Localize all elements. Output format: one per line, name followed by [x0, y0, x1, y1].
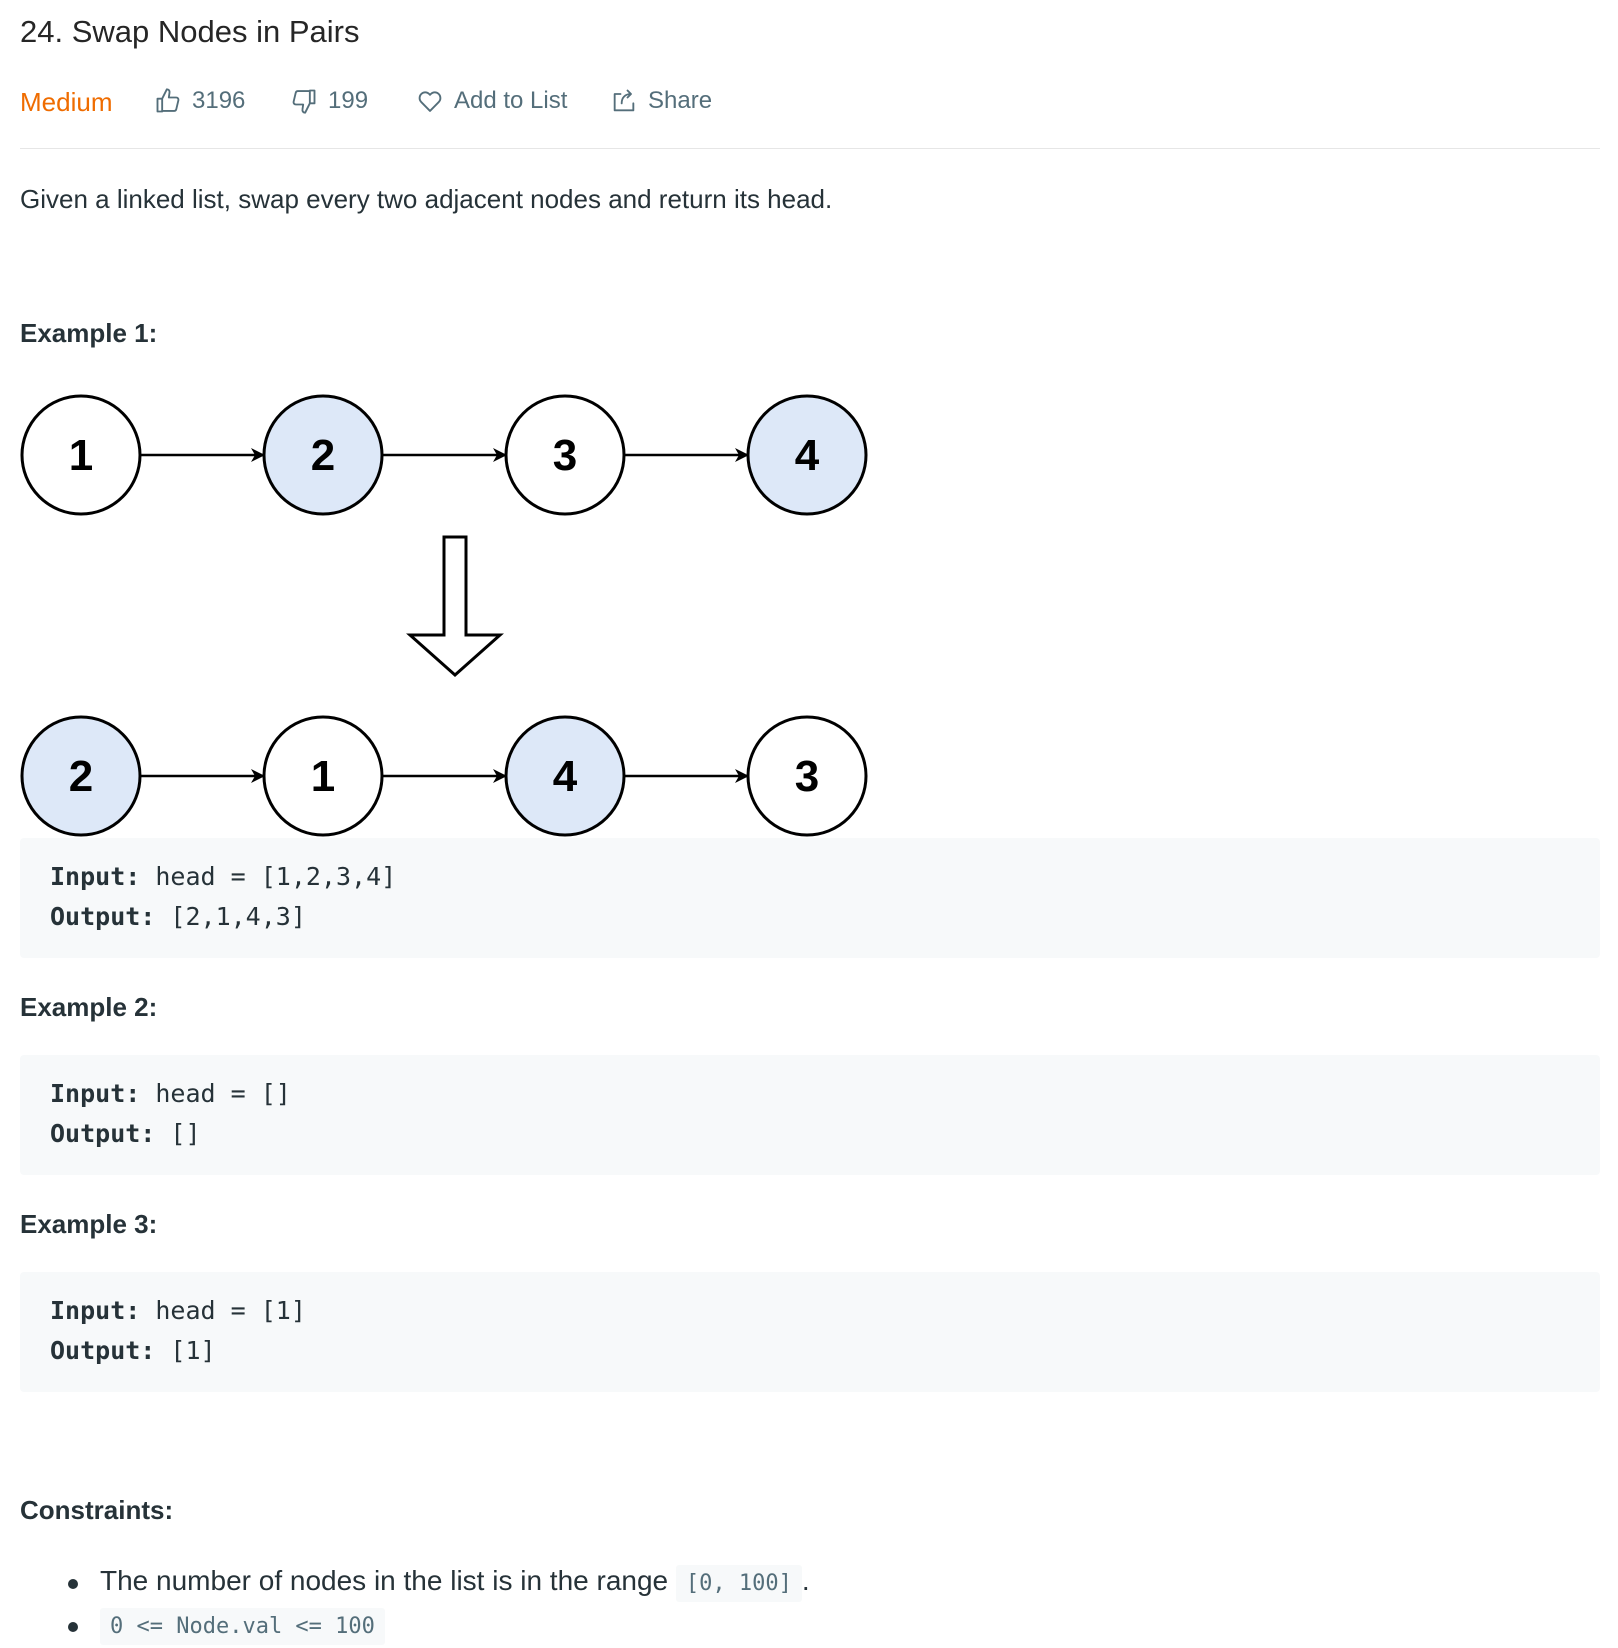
example-2-code: Input: head = [] Output: []: [20, 1055, 1600, 1175]
heart-icon: [418, 91, 442, 112]
constraint-code: 0 <= Node.val <= 100: [100, 1608, 385, 1645]
example-1-heading: Example 1:: [20, 318, 158, 348]
share-button[interactable]: Share: [610, 87, 712, 115]
node-value: 1: [311, 752, 335, 801]
like-count: 3196: [192, 87, 246, 114]
input-value: head = [1,2,3,4]: [140, 862, 397, 891]
example-3-code: Input: head = [1] Output: [1]: [20, 1272, 1600, 1392]
divider: [20, 148, 1600, 149]
list-node: 3: [504, 394, 626, 516]
list-node: 1: [20, 394, 142, 516]
node-value: 2: [69, 752, 93, 801]
node-value: 4: [553, 752, 578, 801]
bullet-dot: [68, 1622, 78, 1632]
dislike-button[interactable]: 199: [290, 87, 368, 115]
list-node: 4: [504, 715, 626, 837]
list-node: 1: [262, 715, 384, 837]
thumbs-up-icon: [156, 88, 180, 113]
output-value: [1]: [155, 1336, 216, 1365]
dislike-count: 199: [328, 87, 369, 114]
list-node: 2: [20, 715, 142, 837]
constraint-text: The number of nodes in the list is in th…: [100, 1565, 676, 1596]
list-node: 2: [262, 394, 384, 516]
transform-down-arrow: [406, 535, 504, 678]
example-1-code: Input: head = [1,2,3,4] Output: [2,1,4,3…: [20, 838, 1600, 958]
node-value: 4: [795, 431, 820, 480]
share-label: Share: [648, 87, 713, 114]
constraint-suffix: .: [801, 1565, 810, 1596]
output-label: Output:: [50, 1119, 156, 1148]
problem-meta-bar: Medium 3196 199 Add to List Share: [20, 84, 1600, 120]
example-2-heading: Example 2:: [20, 992, 158, 1022]
output-value: []: [155, 1119, 201, 1148]
node-value: 3: [795, 752, 819, 801]
problem-statement: Given a linked list, swap every two adja…: [20, 184, 833, 214]
share-icon: [613, 89, 635, 112]
node-value: 3: [553, 431, 577, 480]
input-label: Input:: [50, 862, 141, 891]
thumbs-down-icon: [292, 89, 316, 114]
bullet-dot: [68, 1579, 78, 1589]
output-label: Output:: [50, 1336, 156, 1365]
node-value: 2: [311, 431, 335, 480]
constraints-heading: Constraints:: [20, 1495, 174, 1525]
node-value: 1: [69, 431, 93, 480]
like-button[interactable]: 3196: [154, 87, 245, 115]
difficulty-badge: Medium: [20, 87, 113, 117]
list-node: 3: [746, 715, 868, 837]
input-value: head = []: [140, 1079, 291, 1108]
add-to-list-button[interactable]: Add to List: [416, 87, 567, 115]
input-label: Input:: [50, 1296, 141, 1325]
input-value: head = [1]: [140, 1296, 306, 1325]
input-label: Input:: [50, 1079, 141, 1108]
list-node: 4: [746, 394, 868, 516]
constraint-code: [0, 100]: [675, 1565, 802, 1602]
problem-title: 24. Swap Nodes in Pairs: [20, 14, 360, 49]
output-value: [2,1,4,3]: [155, 902, 306, 931]
example-3-heading: Example 3:: [20, 1209, 158, 1239]
example-1-diagram: 1 2 3 4 2 1 4 3: [20, 394, 868, 837]
add-to-list-label: Add to List: [454, 87, 568, 114]
output-label: Output:: [50, 902, 156, 931]
